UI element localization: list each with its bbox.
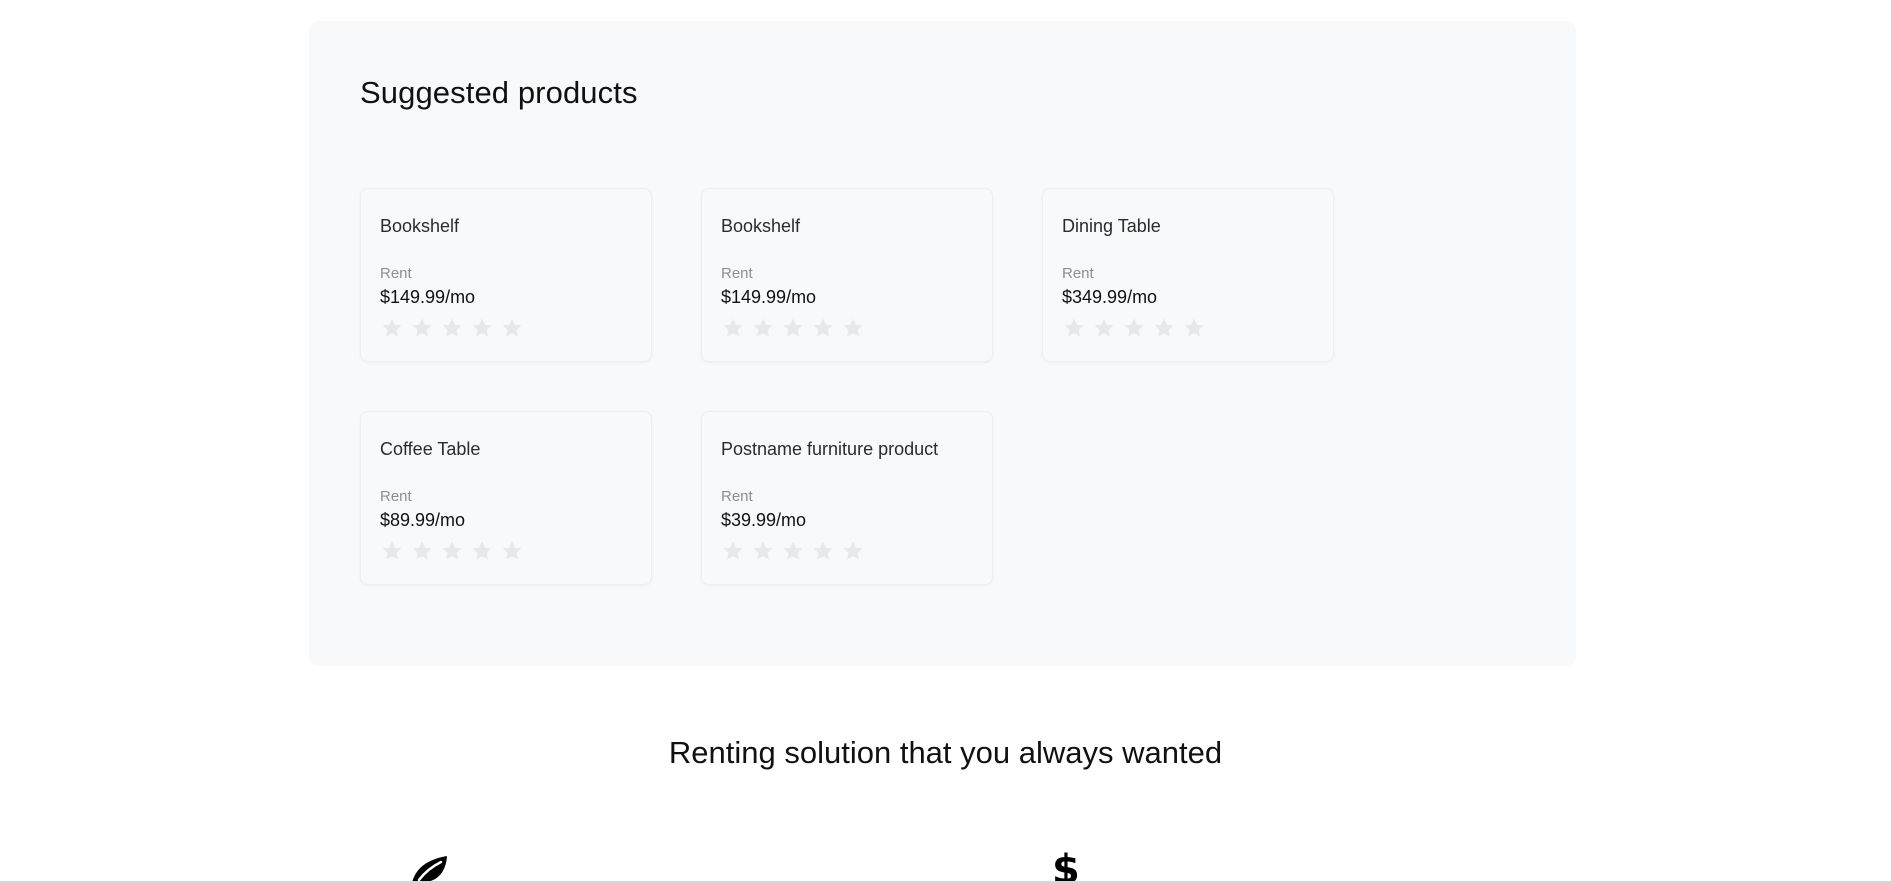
product-card[interactable]: Bookshelf Rent $149.99/mo (701, 188, 993, 362)
star-icon (410, 539, 434, 563)
star-rating (721, 539, 865, 563)
product-name[interactable]: Bookshelf (721, 216, 800, 237)
star-icon (470, 316, 494, 340)
star-rating (721, 316, 865, 340)
product-mode: Rent (1062, 265, 1094, 282)
star-icon (380, 539, 404, 563)
star-icon (721, 316, 745, 340)
star-icon (1182, 316, 1206, 340)
star-icon (440, 316, 464, 340)
product-price: $39.99/mo (721, 510, 807, 530)
star-icon (1122, 316, 1146, 340)
star-icon (470, 539, 494, 563)
product-mode: Rent (380, 488, 412, 505)
product-name[interactable]: Coffee Table (380, 439, 480, 460)
product-name[interactable]: Postname furniture product (721, 439, 938, 460)
leaf-icon (407, 850, 451, 883)
star-icon (811, 316, 835, 340)
product-price: $149.99/mo (380, 287, 476, 307)
star-icon (751, 539, 775, 563)
star-icon (500, 539, 524, 563)
product-card[interactable]: Bookshelf Rent $149.99/mo (360, 188, 652, 362)
star-icon (781, 539, 805, 563)
star-rating (380, 539, 524, 563)
dollar-icon: $ (1052, 850, 1096, 883)
product-name[interactable]: Bookshelf (380, 216, 459, 237)
star-icon (1062, 316, 1086, 340)
renting-heading: Renting solution that you always wanted (668, 735, 1223, 770)
product-mode: Rent (380, 265, 412, 282)
product-mode: Rent (721, 488, 753, 505)
star-icon (781, 316, 805, 340)
star-icon (410, 316, 434, 340)
product-price: $349.99/mo (1062, 287, 1158, 307)
star-icon (811, 539, 835, 563)
star-icon (841, 316, 865, 340)
section-title: Suggested products (360, 75, 638, 110)
dollar-glyph: $ (1052, 847, 1080, 883)
product-card[interactable]: Coffee Table Rent $89.99/mo (360, 411, 652, 585)
star-icon (380, 316, 404, 340)
star-icon (500, 316, 524, 340)
product-mode: Rent (721, 265, 753, 282)
star-icon (751, 316, 775, 340)
star-icon (841, 539, 865, 563)
star-icon (1092, 316, 1116, 340)
star-rating (380, 316, 524, 340)
product-price: $149.99/mo (721, 287, 817, 307)
star-icon (721, 539, 745, 563)
product-price: $89.99/mo (380, 510, 466, 530)
product-card[interactable]: Dining Table Rent $349.99/mo (1042, 188, 1334, 362)
page: Suggested products Bookshelf Rent $149.9… (0, 0, 1891, 883)
star-icon (1152, 316, 1176, 340)
star-icon (440, 539, 464, 563)
product-name[interactable]: Dining Table (1062, 216, 1161, 237)
suggested-products-section: Suggested products Bookshelf Rent $149.9… (309, 21, 1576, 666)
product-card[interactable]: Postname furniture product Rent $39.99/m… (701, 411, 993, 585)
star-rating (1062, 316, 1206, 340)
